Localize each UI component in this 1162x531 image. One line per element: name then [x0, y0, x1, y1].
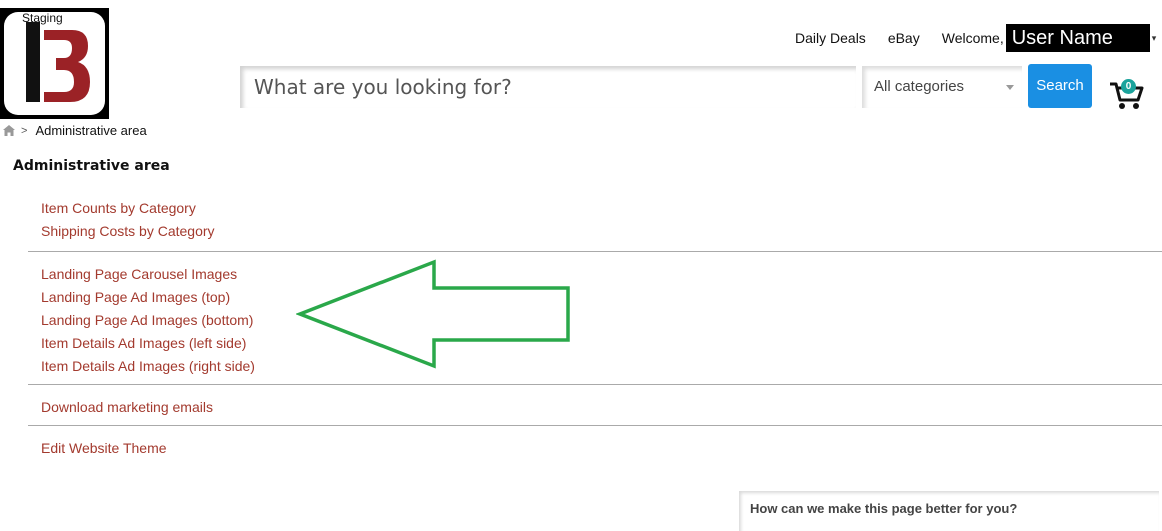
admin-links: Item Counts by Category Shipping Costs b… — [0, 198, 1162, 461]
chevron-down-icon[interactable]: ▾ — [1152, 33, 1157, 44]
item-details-left-link[interactable]: Item Details Ad Images (left side) — [41, 333, 1162, 356]
feedback-label: How can we make this page better for you… — [750, 501, 1018, 516]
download-emails-link[interactable]: Download marketing emails — [41, 397, 1162, 420]
link-group-reports: Item Counts by Category Shipping Costs b… — [41, 198, 1162, 244]
ad-images-top-link[interactable]: Landing Page Ad Images (top) — [41, 287, 1162, 310]
breadcrumb-separator: > — [21, 124, 28, 137]
chevron-down-icon — [1006, 85, 1014, 90]
divider — [28, 384, 1162, 385]
link-group-images: Landing Page Carousel Images Landing Pag… — [41, 264, 1162, 379]
top-nav: Daily Deals eBay Welcome, User Name ▾ — [795, 24, 1156, 52]
site-logo[interactable]: Staging — [0, 8, 109, 119]
category-select[interactable]: All categories — [862, 66, 1022, 108]
edit-theme-link[interactable]: Edit Website Theme — [41, 438, 1162, 461]
ad-images-bottom-link[interactable]: Landing Page Ad Images (bottom) — [41, 310, 1162, 333]
search-input[interactable]: What are you looking for? — [240, 66, 856, 108]
welcome-text: Welcome, — [941, 30, 1004, 46]
feedback-box[interactable]: How can we make this page better for you… — [739, 491, 1159, 531]
carousel-images-link[interactable]: Landing Page Carousel Images — [41, 264, 1162, 287]
user-name[interactable]: User Name — [1005, 24, 1150, 52]
cart-count-badge: 0 — [1121, 79, 1136, 94]
breadcrumb-current: Administrative area — [35, 123, 147, 138]
logo-mark-icon — [26, 22, 90, 102]
breadcrumb: > Administrative area — [3, 123, 147, 138]
search-button[interactable]: Search — [1028, 64, 1092, 108]
item-counts-link[interactable]: Item Counts by Category — [41, 198, 1162, 221]
page-title: Administrative area — [13, 158, 170, 174]
link-group-theme: Edit Website Theme — [41, 438, 1162, 461]
item-details-right-link[interactable]: Item Details Ad Images (right side) — [41, 356, 1162, 379]
home-icon[interactable] — [3, 125, 15, 136]
shipping-costs-link[interactable]: Shipping Costs by Category — [41, 221, 1162, 244]
ebay-link[interactable]: eBay — [888, 30, 920, 46]
divider — [28, 251, 1162, 252]
daily-deals-link[interactable]: Daily Deals — [795, 30, 866, 46]
link-group-marketing: Download marketing emails — [41, 397, 1162, 420]
divider — [28, 425, 1162, 426]
category-select-value: All categories — [874, 78, 965, 95]
annotation-arrow-icon — [296, 259, 570, 369]
cart-button[interactable]: 0 — [1108, 78, 1144, 110]
